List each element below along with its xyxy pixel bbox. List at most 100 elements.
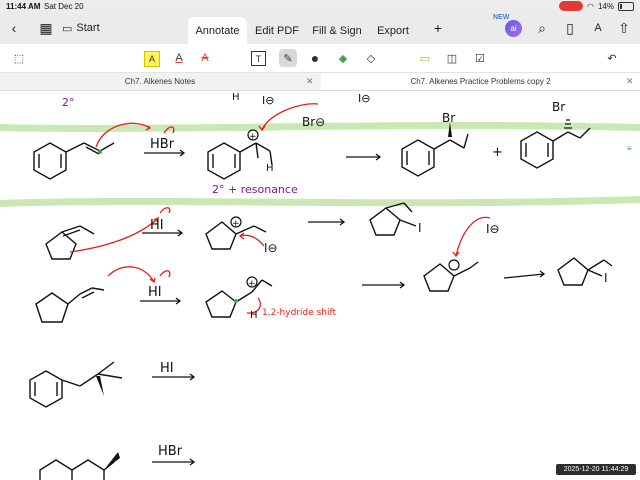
status-date: Sat Dec 20 [44, 2, 84, 11]
presentation-icon: ▭ [62, 22, 73, 35]
status-right: ◠ 14% [559, 1, 634, 11]
ai-assistant-button[interactable]: ai [505, 20, 522, 37]
problem3-arrow-2 [107, 266, 155, 283]
problem2-arrow-3 [239, 234, 265, 247]
tab-fill-sign-label: Fill & Sign [312, 24, 362, 37]
problem3-second-carbocation [448, 259, 460, 271]
problem2-reagent: HI [150, 218, 164, 233]
document-canvas[interactable]: 2° H I⊖ I⊖ HBr + H Br⊖ Br + Br 2° + reso… [0, 91, 640, 480]
battery-percent: 14% [597, 1, 614, 11]
pen-icon[interactable]: ✎ [279, 49, 297, 67]
problem1-carbon-dot [98, 150, 102, 154]
textbox-glyph: T [255, 53, 262, 64]
stamp-icon[interactable]: ☑ [471, 49, 489, 67]
document-tabs: Ch7. Alkenes Notes ✕ Ch7. Alkenes Practi… [0, 73, 640, 91]
battery-icon [618, 1, 634, 11]
text-box-icon[interactable]: T [251, 51, 266, 66]
problem4-wedge [96, 376, 104, 396]
tab-edit-pdf[interactable]: Edit PDF [252, 17, 302, 44]
undo-icon[interactable]: ↶ [603, 49, 621, 67]
recording-timestamp: 2025-12-20 11:44:29 [556, 464, 636, 475]
text-size-icon[interactable]: A [588, 18, 608, 38]
strikethrough-icon[interactable]: A [196, 49, 214, 67]
problem5-reagent: HBr [158, 444, 183, 459]
problem1-h-label: H [266, 163, 274, 174]
problem3-arrow-1 [455, 216, 491, 257]
problem1-plus-sign: + [492, 145, 503, 160]
problem2-product [369, 202, 417, 236]
highlight-glyph: A [148, 54, 155, 64]
problem3-arrow-3 [159, 270, 171, 278]
problem4-reagent: HI [160, 361, 174, 376]
eraser-icon[interactable]: ◇ [362, 49, 380, 67]
share-icon[interactable]: ⇧ [614, 18, 634, 38]
problem2-arrow-1 [69, 217, 159, 253]
problem1-reactant [33, 142, 115, 180]
status-time: 11:44 AM [6, 2, 41, 11]
text-color-icon[interactable]: A [170, 49, 188, 67]
ai-label: ai [510, 24, 517, 33]
tab-edit-pdf-label: Edit PDF [254, 24, 299, 37]
problem3-product-i: I [604, 271, 608, 285]
top-iminus-label: I⊖ [262, 94, 274, 107]
problem3-hydride-note: 1,2-hydride shift [262, 308, 337, 318]
search-icon[interactable]: ⌕ [532, 18, 552, 38]
shapes-icon[interactable]: ◫ [443, 49, 461, 67]
problem4-reactant [29, 361, 123, 408]
start-button[interactable]: ▭ Start [62, 19, 100, 37]
problem3-carbon-dot [234, 299, 238, 303]
dot-icon[interactable]: ● [306, 49, 324, 67]
start-label: Start [76, 22, 100, 34]
top-2deg-label: 2° [62, 96, 75, 109]
annotate-toolbar: ⬚ A A A T ✎ ● ◆ ◇ ▭ ◫ ☑ ↶ [0, 44, 640, 73]
problem5-reactant [39, 459, 115, 480]
book-icon[interactable]: ▯ [560, 18, 580, 38]
main-toolbar: ‹ ▦ ▭ Start Annotate Edit PDF Fill & Sig… [0, 13, 640, 44]
top-h-label: H [232, 92, 240, 103]
comment-icon[interactable]: ▭ [416, 49, 434, 67]
doc-tab-practice-label: Ch7. Alkenes Practice Problems copy 2 [410, 77, 551, 86]
problem2-iminus: I⊖ [264, 241, 278, 255]
highlight-icon[interactable]: A [144, 51, 160, 67]
top-iminus-2-label: I⊖ [358, 92, 370, 105]
problem3-hydride-h: H [250, 310, 258, 321]
tab-annotate[interactable]: Annotate [188, 17, 247, 44]
problem5-wedge [104, 452, 120, 470]
marker-icon[interactable]: ◆ [334, 49, 352, 67]
select-icon[interactable]: ⬚ [10, 49, 28, 67]
problem1-resonance-note: 2° + resonance [212, 183, 298, 196]
wifi-icon: ◠ [587, 1, 594, 11]
back-icon[interactable]: ‹ [4, 18, 24, 38]
problem3-arrow-5 [503, 273, 545, 279]
close-tab-notes-icon[interactable]: ✕ [306, 76, 314, 87]
doc-tab-practice[interactable]: Ch7. Alkenes Practice Problems copy 2 [321, 73, 640, 90]
problem1-product-2-br: Br [552, 100, 565, 114]
problem3-second-intermediate [423, 261, 479, 292]
problem1-product-2 [520, 127, 591, 169]
problem1-reagent: HBr [150, 137, 175, 152]
problem3-reactant [35, 287, 105, 323]
problem1-product-1-br: Br [442, 111, 455, 125]
status-bar: 11:44 AM Sat Dec 20 ◠ 14% [0, 0, 640, 13]
problem3-carbocation-plus: + [248, 279, 256, 289]
strike-glyph: A [201, 52, 209, 64]
grid-icon[interactable]: ▦ [36, 18, 56, 38]
new-badge: NEW [493, 14, 510, 21]
doc-tab-notes-label: Ch7. Alkenes Notes [124, 77, 196, 86]
problem1-product-1 [401, 133, 469, 177]
plus-icon[interactable]: + [428, 18, 448, 38]
close-tab-practice-icon[interactable]: ✕ [626, 76, 634, 87]
problem2-arrow-2 [159, 207, 171, 214]
tab-fill-sign[interactable]: Fill & Sign [311, 17, 363, 44]
recording-indicator-icon [559, 1, 583, 11]
problem2-carbocation-plus: + [232, 219, 240, 229]
handwritten-notes-drawing: 2° H I⊖ I⊖ HBr + H Br⊖ Br + Br 2° + reso… [0, 92, 640, 480]
side-panel-handle-icon[interactable]: ≡ [627, 144, 633, 156]
problem3-iminus: I⊖ [486, 222, 500, 236]
doc-tab-notes[interactable]: Ch7. Alkenes Notes [0, 73, 320, 90]
problem3-reagent: HI [148, 285, 162, 300]
tab-export-label: Export [377, 24, 409, 37]
problem1-carbocation-plus: + [249, 132, 257, 142]
highlight-band-bottom [0, 196, 640, 207]
tab-export[interactable]: Export [373, 17, 413, 44]
